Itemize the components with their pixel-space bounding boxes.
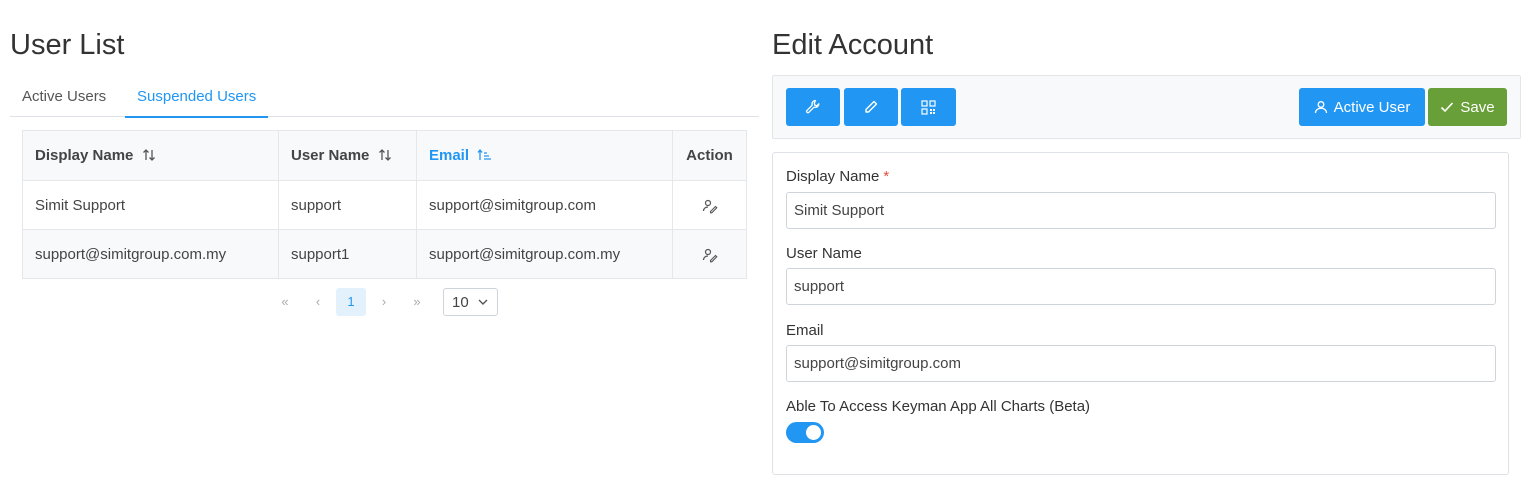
chevron-down-icon: [478, 299, 488, 305]
user-edit-icon[interactable]: [702, 198, 718, 214]
pagination: « ‹ 1 › » 10: [270, 288, 498, 316]
users-table: Display Name User Name Email Action Simi…: [22, 130, 747, 279]
required-mark: *: [883, 168, 890, 185]
next-page-button[interactable]: ›: [369, 288, 399, 316]
toggle-knob: [806, 425, 821, 440]
sort-ascending-icon: [477, 148, 492, 160]
email-input[interactable]: [786, 345, 1496, 382]
edit-toolbar: Active User Save: [772, 75, 1521, 139]
pencil-icon: [865, 100, 878, 113]
active-user-button[interactable]: Active User: [1299, 88, 1425, 126]
column-header-label: User Name: [291, 147, 370, 164]
cell-display-name: support@simitgroup.com.my: [22, 229, 279, 279]
column-header-email[interactable]: Email: [416, 130, 673, 181]
page-size-select[interactable]: 10: [443, 288, 498, 316]
cell-action: [672, 180, 747, 230]
settings-button[interactable]: [786, 88, 840, 126]
user-list-title: User List: [10, 29, 125, 61]
cell-display-name: Simit Support: [22, 180, 279, 230]
wrench-icon: [805, 99, 820, 114]
check-icon: [1441, 102, 1454, 113]
tab-active-users[interactable]: Active Users: [10, 80, 118, 117]
sort-both-icon: [378, 149, 391, 161]
edit-account-panel: Edit Account Active User Save Display Na…: [760, 0, 1524, 482]
cell-action: [672, 229, 747, 279]
page-button-current[interactable]: 1: [336, 288, 366, 316]
sort-both-icon: [142, 149, 155, 161]
cell-user-name: support: [278, 180, 417, 230]
user-list-panel: User List Active Users Suspended Users D…: [0, 0, 760, 482]
display-name-label-text: Display Name: [786, 168, 880, 185]
tab-suspended-users[interactable]: Suspended Users: [125, 80, 269, 118]
save-button[interactable]: Save: [1428, 88, 1507, 126]
user-edit-icon[interactable]: [702, 247, 718, 263]
column-header-label: Display Name: [35, 147, 134, 164]
email-label: Email: [786, 322, 824, 339]
user-name-input[interactable]: [786, 268, 1496, 305]
qrcode-button[interactable]: [901, 88, 956, 126]
page-size-value: 10: [452, 294, 469, 311]
table-row[interactable]: support@simitgroup.com.my support1 suppo…: [22, 229, 747, 279]
display-name-input[interactable]: [786, 192, 1496, 229]
charts-access-label: Able To Access Keyman App All Charts (Be…: [786, 398, 1091, 415]
display-name-label: Display Name *: [786, 168, 889, 185]
table-row[interactable]: Simit Support support support@simitgroup…: [22, 180, 747, 230]
user-icon: [1314, 101, 1327, 114]
last-page-button[interactable]: »: [402, 288, 432, 316]
previous-page-button[interactable]: ‹: [303, 288, 333, 316]
active-user-label: Active User: [1333, 98, 1411, 116]
qrcode-icon: [921, 99, 936, 115]
cell-user-name: support1: [278, 229, 417, 279]
cell-email: support@simitgroup.com.my: [416, 229, 673, 279]
column-header-display-name[interactable]: Display Name: [22, 130, 279, 181]
column-header-label: Email: [429, 147, 470, 164]
user-tabs: Active Users Suspended Users: [10, 80, 759, 118]
account-form: Display Name* User Name Email Able To Ac…: [772, 152, 1509, 475]
first-page-button[interactable]: «: [270, 288, 300, 316]
edit-button[interactable]: [844, 88, 898, 126]
save-label: Save: [1460, 98, 1495, 116]
cell-email: support@simitgroup.com: [416, 180, 673, 230]
user-name-label: User Name: [786, 245, 862, 262]
edit-account-title: Edit Account: [772, 29, 934, 61]
table-header-row: Display Name User Name Email Action: [22, 130, 747, 181]
column-header-user-name[interactable]: User Name: [278, 130, 417, 181]
charts-access-toggle[interactable]: [786, 422, 824, 443]
column-header-action: Action: [672, 130, 747, 181]
